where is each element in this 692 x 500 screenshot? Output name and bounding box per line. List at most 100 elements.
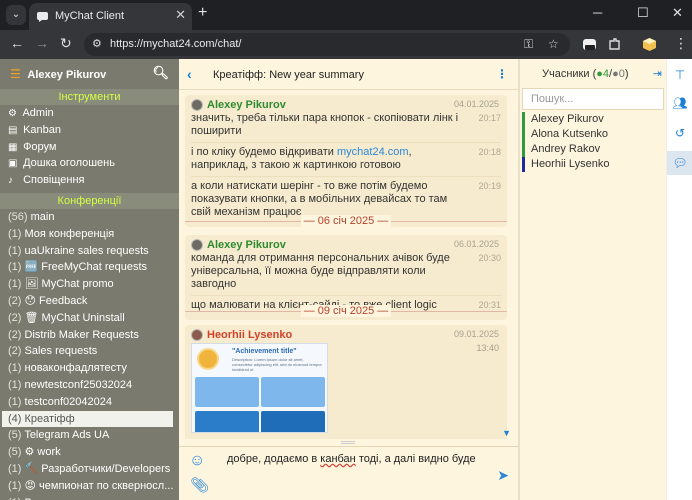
unread-count: (5) (8, 446, 22, 459)
message-text: і по кліку будемо відкривати (191, 146, 338, 158)
new-tab-button[interactable]: + (198, 4, 207, 22)
address-bar[interactable]: ⚙ https://mychat24.com/chat/ ⚿ ☆ (84, 33, 570, 56)
users-icon[interactable]: 👥︎ (667, 91, 692, 115)
message-composer: ☺ 📎︎ добре, додаємо в канбан тоді, а дал… (179, 446, 518, 500)
tools-section-header[interactable]: Інструменти (0, 89, 179, 105)
composer-text: тоді, а далі видно буде (355, 453, 476, 465)
conference-list: (56) main (1) Моя конференція (1) uaUkrain… (0, 209, 179, 500)
emoji-icon[interactable]: ☺ (189, 452, 205, 470)
conferences-section-header[interactable]: Конференції (0, 192, 179, 209)
sidebar-item-conference[interactable]: (2) Sales requests (0, 343, 179, 360)
image-tile (261, 377, 325, 407)
date-divider: — 06 січ 2025 — (185, 215, 507, 227)
browser-tabstrip: ⌄ MyChat Client ✕ + ─ ☐ ✕ (0, 0, 692, 30)
sidebar-item-label: Викторина (25, 497, 79, 500)
message-group: Alexey Pikurov 04.01.2025 значить, треба… (185, 95, 507, 227)
close-window-icon[interactable]: ✕ (672, 5, 683, 21)
history-icon[interactable]: ↺ (667, 121, 692, 145)
sidebar-item-conference[interactable]: (1) 🔨 Разработчики/Developers (0, 461, 179, 478)
sidebar-item-conference[interactable]: (2) 🗑 MyChat Uninstall (0, 310, 179, 327)
back-icon[interactable]: ← (10, 35, 24, 51)
sidebar-item-conference[interactable]: (2) Distrib Maker Requests (0, 327, 179, 344)
member-item[interactable]: Alona Kutsenko (522, 127, 608, 142)
sidebar-item-conference[interactable]: (1) uaUkraine sales requests (0, 243, 179, 260)
hamburger-menu-icon[interactable]: ☰ (10, 67, 21, 81)
leave-icon[interactable]: ⇥ (653, 67, 662, 80)
close-tab-icon[interactable]: ✕ (175, 7, 186, 23)
structure-icon[interactable]: ⊤ (667, 63, 692, 87)
extensions-puzzle-icon[interactable] (607, 37, 622, 52)
members-search-input[interactable]: Пошук... (522, 88, 664, 110)
sidebar-item-label: 😡 чемпионат по скверносл... (24, 479, 174, 492)
paperclip-icon[interactable]: 📎︎ (190, 476, 209, 494)
extension-off-icon[interactable] (582, 37, 597, 52)
more-vertical-icon[interactable]: ⋮ (496, 67, 508, 81)
sidebar-item-label: Дошка оголошень (23, 157, 115, 170)
send-icon[interactable]: ➤ (497, 467, 509, 484)
sidebar-item-conference[interactable]: (1) 🆓 FreeMyChat requests (0, 259, 179, 276)
unread-count: (5) (8, 429, 22, 442)
members-label: Учасники ( (542, 68, 597, 80)
site-info-icon[interactable]: ⚙ (92, 37, 102, 50)
sidebar-item-conference[interactable]: (5) ⚙ work (0, 444, 179, 461)
chat-panel: ‹ Креатіфф: New year summary ⋮ Alexey Pi… (179, 59, 518, 500)
avatar (191, 239, 203, 251)
unread-count: (1) (8, 261, 22, 274)
sidebar-user[interactable]: ☰ Alexey Pikurov 🔍︎ (0, 59, 179, 89)
sidebar-item-label: Форум (23, 140, 57, 153)
composer-text: добре, додаємо в (227, 453, 321, 465)
sidebar-item-conference[interactable]: (2) 😯 Feedback (0, 293, 179, 310)
sidebar-item-label: 🗑 MyChat Uninstall (24, 311, 125, 324)
sidebar-item-label: Telegram Ads UA (24, 429, 110, 442)
message-time: 20:18 (478, 147, 501, 157)
member-item[interactable]: Alexey Pikurov (522, 112, 604, 127)
sidebar-item-conference[interactable]: (56) main (0, 209, 179, 226)
sidebar-item-label: Моя конференція (24, 227, 115, 240)
bookmark-star-icon[interactable]: ☆ (548, 37, 559, 51)
tab-search-button[interactable]: ⌄ (6, 5, 26, 25)
member-item[interactable]: Heorhii Lysenko (522, 157, 609, 172)
sidebar: ☰ Alexey Pikurov 🔍︎ Інструменти ⚙ Admin … (0, 59, 179, 500)
forward-icon[interactable]: → (35, 35, 49, 51)
forum-icon: ▦ (8, 141, 18, 153)
sidebar-item-conference[interactable]: (1) Викторина (0, 495, 179, 500)
reload-icon[interactable]: ↻ (60, 35, 72, 52)
browser-tab[interactable]: MyChat Client ✕ (29, 3, 192, 30)
sidebar-item-notifications[interactable]: ♪ Сповіщення (0, 172, 179, 189)
key-icon[interactable]: ⚿ (524, 37, 533, 52)
sidebar-item-conference[interactable]: (1) новаконфадлятесту (0, 360, 179, 377)
chat-header: ‹ Креатіфф: New year summary ⋮ (179, 59, 518, 90)
chat-bubble-icon[interactable]: 💬︎ (667, 151, 692, 175)
composer-resize-handle[interactable] (341, 441, 355, 444)
achievement-image[interactable]: "Achievement title" Description: Lorem i… (191, 343, 328, 433)
sidebar-item-conference[interactable]: (1) Моя конференція (0, 226, 179, 243)
sidebar-item-conference[interactable]: (1) testconf02042024 (0, 394, 179, 411)
unread-count: (1) (8, 378, 22, 391)
sidebar-item-conference[interactable]: (5) Telegram Ads UA (0, 427, 179, 444)
browser-menu-icon[interactable]: ⋮ (674, 35, 688, 52)
sidebar-item-conference[interactable]: (1) 🖼 MyChat promo (0, 276, 179, 293)
sidebar-item-conference[interactable]: (1) 😡 чемпионат по скверносл... (0, 478, 179, 495)
sidebar-item-admin[interactable]: ⚙ Admin (0, 105, 179, 122)
back-arrow-icon[interactable]: ‹ (187, 66, 192, 82)
message-link[interactable]: mychat24.com (337, 146, 409, 158)
minimize-icon[interactable]: ─ (593, 5, 602, 20)
message-input[interactable]: добре, додаємо в канбан тоді, а далі вид… (227, 453, 477, 465)
sidebar-item-kanban[interactable]: ▤ Kanban (0, 122, 179, 139)
gear-icon: ⚙ (8, 108, 17, 119)
image-tile (261, 411, 325, 432)
scroll-down-icon[interactable]: ▼ (502, 428, 511, 438)
sidebar-item-forum[interactable]: ▦ Форум (0, 139, 179, 156)
sidebar-item-label: новаконфадлятесту (24, 362, 127, 375)
mychat-favicon (37, 12, 48, 22)
sidebar-item-board[interactable]: ▣ Дошка оголошень (0, 155, 179, 172)
maximize-icon[interactable]: ☐ (637, 5, 649, 21)
sidebar-item-conference[interactable]: (1) newtestconf25032024 (0, 377, 179, 394)
member-item[interactable]: Andrey Rakov (522, 142, 600, 157)
sidebar-item-label: Креатіфф (24, 412, 75, 425)
profile-cube-icon[interactable] (642, 37, 657, 52)
search-icon[interactable]: 🔍︎ (152, 65, 169, 81)
sidebar-item-conference[interactable]: (4) Креатіфф (2, 410, 173, 428)
unread-count: (1) (8, 362, 22, 375)
members-count: Учасники (●4/●0) (542, 68, 629, 80)
